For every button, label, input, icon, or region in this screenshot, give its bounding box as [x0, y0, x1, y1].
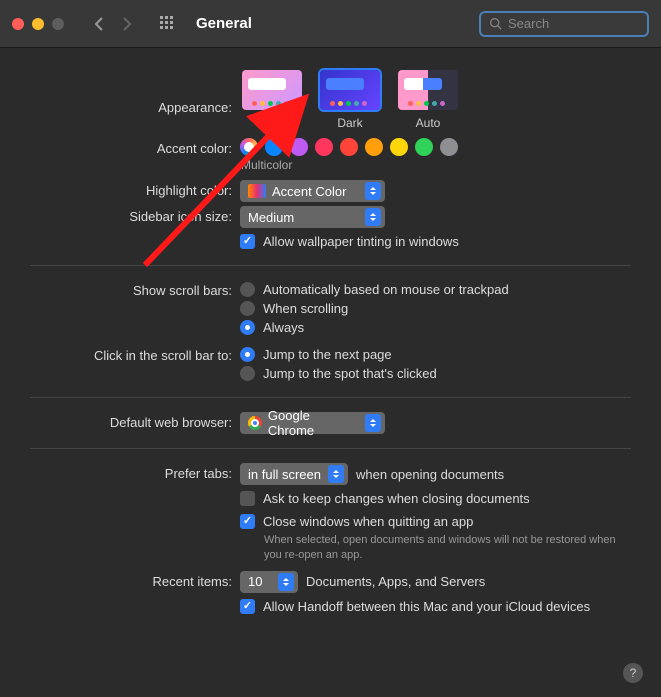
default-browser-label: Default web browser: [30, 412, 240, 430]
accent-yellow[interactable] [390, 138, 408, 156]
accent-pink[interactable] [315, 138, 333, 156]
wallpaper-tint-label: Allow wallpaper tinting in windows [263, 234, 459, 249]
divider [30, 448, 631, 449]
divider [30, 397, 631, 398]
accent-multicolor[interactable] [240, 138, 258, 156]
chevron-updown-icon [328, 465, 344, 483]
accent-label: Accent color: [30, 138, 240, 156]
accent-blue[interactable] [265, 138, 283, 156]
click-next-page-radio[interactable] [240, 347, 255, 362]
recent-items-suffix: Documents, Apps, and Servers [306, 574, 485, 589]
titlebar: General Search [0, 0, 661, 48]
ask-keep-changes-checkbox[interactable] [240, 491, 255, 506]
help-button[interactable]: ? [623, 663, 643, 683]
accent-swatches [240, 138, 458, 156]
close-windows-checkbox[interactable] [240, 514, 255, 529]
recent-items-label: Recent items: [30, 571, 240, 589]
click-scroll-label: Click in the scroll bar to: [30, 345, 240, 363]
highlight-swatch-icon [248, 184, 266, 198]
appearance-auto[interactable]: Auto [396, 68, 460, 130]
ask-keep-changes-label: Ask to keep changes when closing documen… [263, 491, 530, 506]
show-all-icon[interactable] [160, 16, 176, 32]
accent-red[interactable] [340, 138, 358, 156]
divider [30, 265, 631, 266]
search-placeholder: Search [508, 16, 549, 31]
accent-green[interactable] [415, 138, 433, 156]
window-controls [12, 18, 64, 30]
accent-graphite[interactable] [440, 138, 458, 156]
click-spot-radio[interactable] [240, 366, 255, 381]
highlight-select[interactable]: Accent Color [240, 180, 385, 202]
scroll-when-radio[interactable] [240, 301, 255, 316]
forward-button[interactable] [120, 16, 134, 32]
prefer-tabs-suffix: when opening documents [356, 467, 504, 482]
chrome-icon [248, 416, 262, 430]
nav-arrows [92, 16, 134, 32]
chevron-updown-icon [365, 208, 381, 226]
chevron-updown-icon [365, 414, 381, 432]
close-windows-hint: When selected, open documents and window… [240, 533, 620, 563]
recent-items-select[interactable]: 10 [240, 571, 298, 593]
close-windows-label: Close windows when quitting an app [263, 514, 473, 529]
prefer-tabs-label: Prefer tabs: [30, 463, 240, 481]
scroll-always-radio[interactable] [240, 320, 255, 335]
search-icon [489, 17, 502, 30]
appearance-light[interactable]: Light [240, 68, 304, 130]
accent-orange[interactable] [365, 138, 383, 156]
accent-caption: Multicolor [241, 158, 632, 172]
handoff-checkbox[interactable] [240, 599, 255, 614]
back-button[interactable] [92, 16, 106, 32]
accent-purple[interactable] [290, 138, 308, 156]
minimize-button[interactable] [32, 18, 44, 30]
close-button[interactable] [12, 18, 24, 30]
scroll-auto-radio[interactable] [240, 282, 255, 297]
window-title: General [196, 15, 252, 32]
default-browser-select[interactable]: Google Chrome [240, 412, 385, 434]
search-input[interactable]: Search [479, 11, 649, 37]
highlight-label: Highlight color: [30, 180, 240, 198]
wallpaper-tint-checkbox[interactable] [240, 234, 255, 249]
prefer-tabs-select[interactable]: in full screen [240, 463, 348, 485]
appearance-dark[interactable]: Dark [318, 68, 382, 130]
handoff-label: Allow Handoff between this Mac and your … [263, 599, 590, 614]
zoom-button[interactable] [52, 18, 64, 30]
chevron-updown-icon [365, 182, 381, 200]
sidebar-size-label: Sidebar icon size: [30, 206, 240, 224]
appearance-label: Appearance: [30, 68, 240, 115]
chevron-updown-icon [278, 573, 294, 591]
sidebar-size-select[interactable]: Medium [240, 206, 385, 228]
appearance-options: Light Dark Auto [240, 68, 460, 130]
scroll-bars-label: Show scroll bars: [30, 280, 240, 298]
